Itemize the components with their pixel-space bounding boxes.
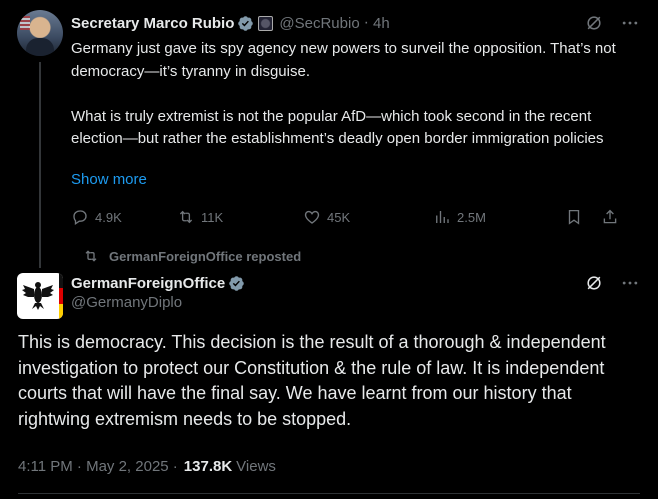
avatar[interactable] <box>17 273 63 319</box>
reply-count: 4.9K <box>95 209 122 225</box>
more-options-icon[interactable] <box>620 273 640 293</box>
tweet1-actions: 4.9K 11K 45K 2.5M <box>71 205 641 229</box>
author-name[interactable]: Secretary Marco Rubio <box>71 15 234 32</box>
heart-icon <box>304 210 320 224</box>
share-button[interactable] <box>601 208 625 226</box>
flag-stripe-red <box>59 288 63 304</box>
tweet-timestamp[interactable]: 4:11 PM · May 2, 2025 · <box>18 458 178 475</box>
repost-icon <box>179 210 193 224</box>
repost-label[interactable]: GermanForeignOffice reposted <box>109 249 301 264</box>
tweet2-text: This is democracy. This decision is the … <box>18 332 606 429</box>
eagle-emblem-icon <box>22 282 54 310</box>
repost-icon <box>85 250 97 262</box>
author-name[interactable]: GermanForeignOffice <box>71 275 225 292</box>
views-label: Views <box>236 458 276 475</box>
grok-icon[interactable] <box>584 13 604 33</box>
views-button[interactable]: 2.5M <box>433 208 565 226</box>
tweet-meta: 4:11 PM · May 2, 2025 · 137.8K Views <box>18 458 276 475</box>
avatar[interactable] <box>17 10 63 56</box>
flag-stripe-black <box>59 273 63 289</box>
bookmark-button[interactable] <box>565 208 601 226</box>
tweet-time[interactable]: 4h <box>373 15 390 32</box>
more-options-icon[interactable] <box>620 13 640 33</box>
separator-dot: · <box>363 14 369 31</box>
divider <box>18 493 640 494</box>
views-count: 2.5M <box>457 209 486 225</box>
tweet1-header: Secretary Marco Rubio @SecRubio · 4h <box>71 12 640 34</box>
government-seal-icon <box>258 15 274 31</box>
verified-badge-icon[interactable] <box>237 15 254 32</box>
thread-connector-line <box>39 62 41 268</box>
like-count: 45K <box>327 209 351 225</box>
verified-badge-icon[interactable] <box>228 275 245 292</box>
repost-count: 11K <box>201 209 224 225</box>
repost-indicator: GermanForeignOffice reposted <box>71 248 301 264</box>
show-more-link[interactable]: Show more <box>71 171 147 188</box>
flag-stripe-gold <box>59 303 63 319</box>
bookmark-icon <box>568 209 580 225</box>
grok-icon[interactable] <box>584 273 604 293</box>
tweet2-header: GermanForeignOffice <box>71 272 640 294</box>
reply-button[interactable]: 4.9K <box>71 208 177 226</box>
tweet1-text: Germany just gave its spy agency new pow… <box>71 40 616 147</box>
views-count: 137.8K <box>183 458 233 475</box>
share-icon <box>603 209 617 224</box>
author-handle[interactable]: @GermanyDiplo <box>71 294 182 311</box>
repost-button[interactable]: 11K <box>177 208 303 226</box>
views-chart-icon <box>436 211 449 223</box>
author-handle[interactable]: @SecRubio <box>279 15 359 32</box>
like-button[interactable]: 45K <box>303 208 433 226</box>
reply-icon <box>73 210 87 226</box>
